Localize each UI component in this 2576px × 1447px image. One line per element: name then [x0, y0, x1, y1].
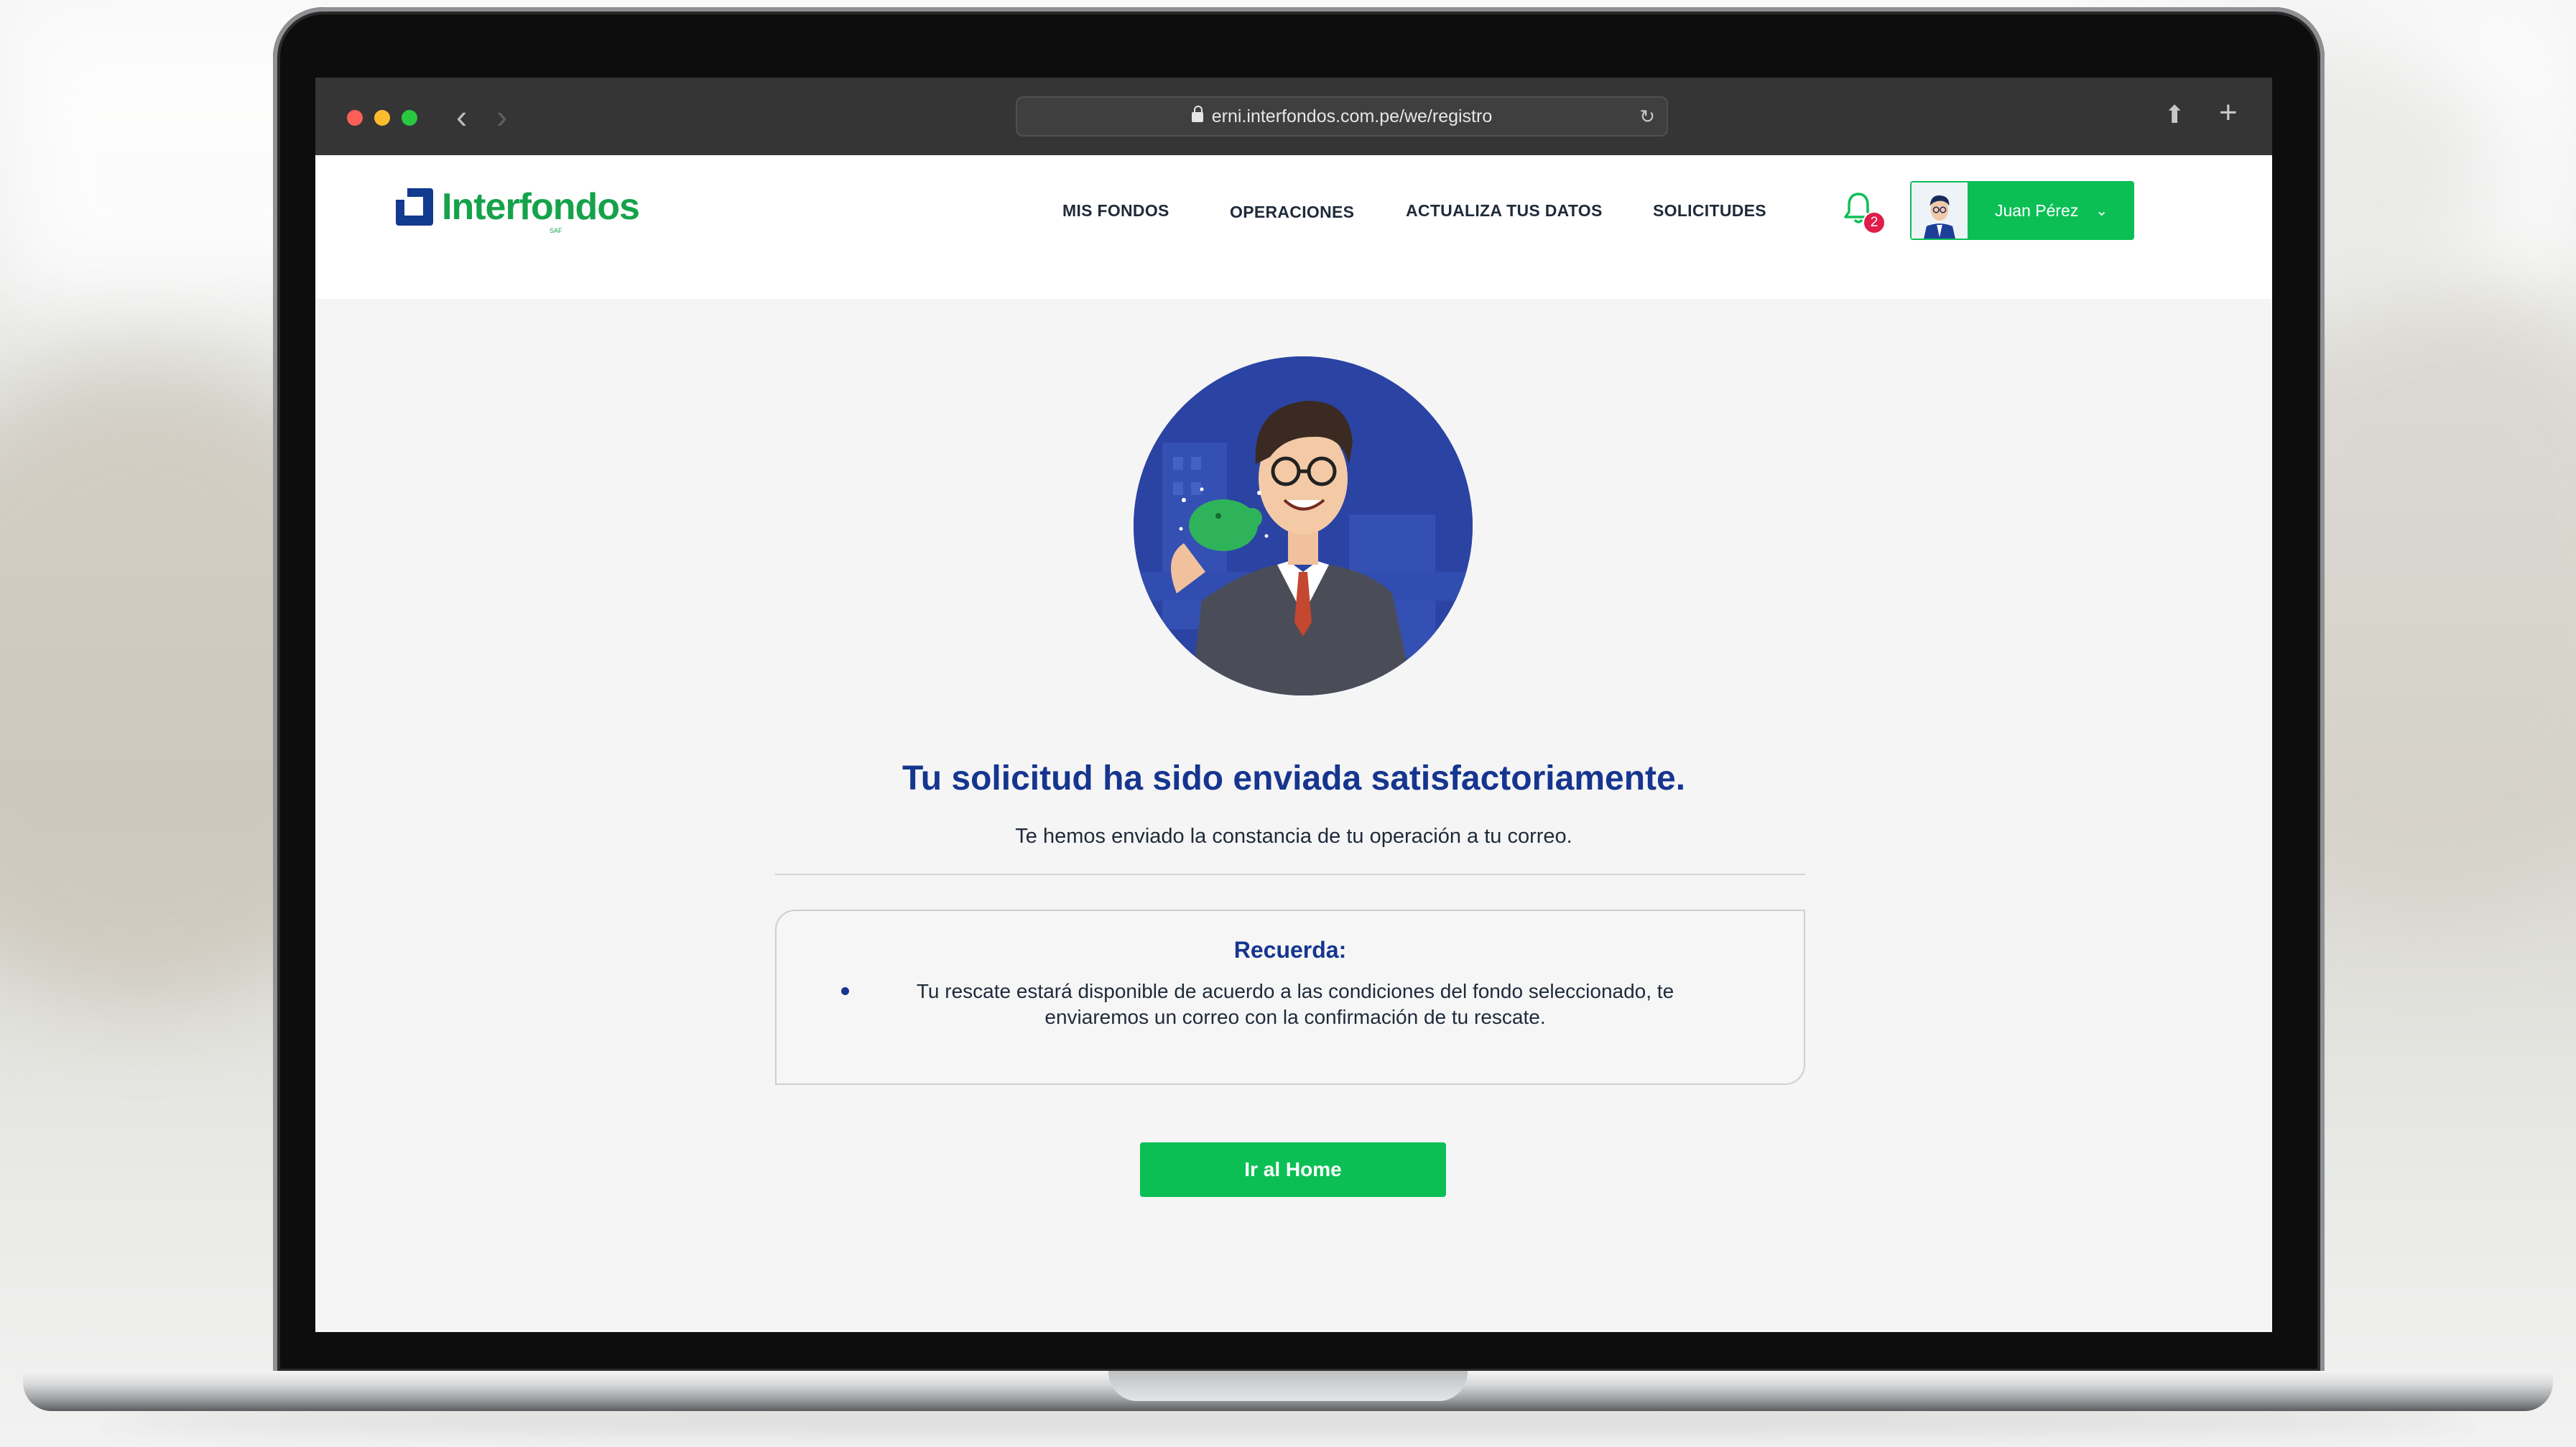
success-subtitle: Te hemos enviado la constancia de tu ope…	[1015, 825, 1572, 848]
laptop-notch	[1108, 1371, 1468, 1401]
close-dot[interactable]	[347, 110, 363, 126]
share-icon[interactable]: ⬆	[2164, 101, 2185, 129]
businessman-piggy-bank-icon	[1134, 356, 1473, 695]
avatar	[1910, 181, 1969, 240]
web-page: Interfondos SAF MIS FONDOS OPERACIONES A…	[315, 155, 2272, 1332]
go-home-button[interactable]: Ir al Home	[1140, 1142, 1446, 1197]
reminder-item: Tu rescate estará disponible de acuerdo …	[916, 980, 1674, 1028]
new-tab-icon[interactable]: +	[2219, 95, 2238, 131]
logo-subtext: SAF	[550, 227, 562, 234]
browser-toolbar: ‹ › erni.interfondos.com.pe/we/registro …	[315, 78, 2272, 155]
chevron-down-icon: ⌄	[2095, 203, 2108, 219]
user-avatar-icon	[1912, 182, 1968, 239]
laptop-screen: ‹ › erni.interfondos.com.pe/we/registro …	[315, 78, 2272, 1332]
address-bar[interactable]: erni.interfondos.com.pe/we/registro ↻	[1016, 96, 1668, 137]
nav-mis-fondos[interactable]: MIS FONDOS	[1062, 201, 1169, 221]
reminder-card: Recuerda: Tu rescate estará disponible d…	[775, 910, 1805, 1085]
reload-icon[interactable]: ↻	[1639, 98, 1655, 135]
success-title: Tu solicitud ha sido enviada satisfactor…	[902, 759, 1686, 798]
user-name: Juan Pérez	[1995, 200, 2079, 220]
nav-actualiza-tus-datos[interactable]: ACTUALIZA TUS DATOS	[1406, 201, 1603, 221]
logo-text: Interfondos	[442, 186, 640, 228]
notification-badge: 2	[1863, 211, 1886, 234]
nav-operaciones[interactable]: OPERACIONES	[1230, 203, 1354, 222]
bullet-icon	[841, 987, 849, 995]
user-menu-button[interactable]: Juan Pérez ⌄	[1910, 181, 2134, 240]
reminder-title: Recuerda:	[1233, 937, 1347, 963]
minimize-dot[interactable]	[374, 110, 390, 126]
zoom-dot[interactable]	[402, 110, 417, 126]
url-text: erni.interfondos.com.pe/we/registro	[1211, 106, 1493, 126]
success-illustration	[1134, 356, 1473, 695]
lock-icon	[1191, 106, 1203, 122]
nav-solicitudes[interactable]: SOLICITUDES	[1653, 201, 1766, 221]
interfondos-logo[interactable]: Interfondos	[396, 186, 640, 228]
back-icon[interactable]: ‹	[456, 99, 467, 134]
site-header: Interfondos SAF MIS FONDOS OPERACIONES A…	[315, 155, 2272, 299]
forward-icon[interactable]: ›	[496, 99, 507, 134]
logo-mark-icon	[396, 188, 433, 226]
divider	[775, 874, 1805, 875]
